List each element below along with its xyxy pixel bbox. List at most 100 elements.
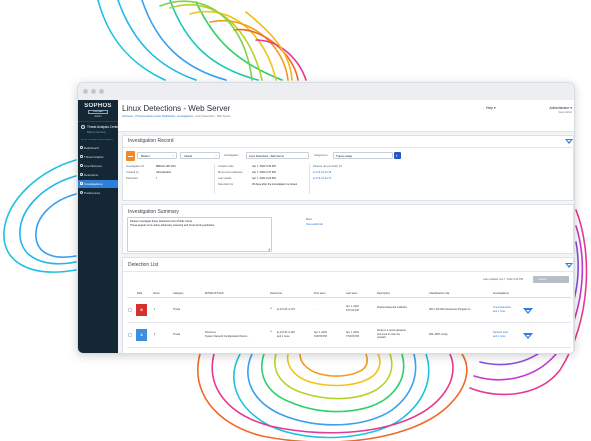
status-select[interactable]: Closed ⌄	[180, 152, 220, 159]
user-role: Super Admin	[558, 111, 572, 114]
classification-rule-cell: DSL-6907-nmap	[429, 333, 448, 336]
sidebar-item-label: Investigations	[84, 182, 103, 186]
sidebar-item-threat-graphs[interactable]: Threat Graphs	[78, 153, 118, 161]
app-window: SOPHOS CENTRAL Admin Threat Analysis Cen…	[77, 82, 575, 354]
column-header[interactable]: MITRE ATT&CK	[205, 292, 224, 295]
device-link[interactable]: ip-172-31-4-176	[313, 177, 331, 180]
brand-logo[interactable]: SOPHOS	[78, 103, 118, 109]
created-by-label: Created by	[126, 171, 139, 174]
priority-select[interactable]: Medium ⌄	[137, 152, 177, 159]
priority-value: Medium	[141, 154, 151, 158]
table-row[interactable]: 4 6 Threat Discovery System Network Conf…	[127, 324, 571, 348]
threat-graph-icon	[80, 155, 83, 158]
marketing-scene: SOPHOS CENTRAL Admin Threat Analysis Cen…	[0, 0, 591, 441]
device-cell[interactable]: ip-172-31-3-118 and 1 more	[277, 331, 295, 338]
column-header[interactable]: First seen	[314, 292, 325, 295]
help-menu[interactable]: Help ▾	[486, 106, 506, 110]
expand-row-icon[interactable]	[523, 308, 533, 314]
column-header[interactable]: Description	[377, 292, 390, 295]
dashboard-icon	[80, 146, 83, 149]
breadcrumb-current: Linux Detections - Web Server	[195, 115, 231, 118]
column-header[interactable]: Category	[173, 292, 184, 295]
summary-textarea[interactable]: Please investigate these detections from…	[127, 217, 272, 252]
investigation-name-input[interactable]: Linux Detections - Web Server	[246, 152, 309, 159]
device-cell[interactable]: ip-172-31-4-176	[277, 308, 295, 311]
more-label: More	[306, 218, 312, 221]
assign-search-button[interactable]: ⌕	[394, 152, 401, 159]
user-menu[interactable]: Administrator ▾	[518, 106, 574, 110]
investigations-link[interactable]: Linux Detections and 1 more	[493, 306, 511, 313]
classification-rule-cell: SPL-LNX-604-Suspicious Program N...	[429, 308, 473, 311]
breadcrumb-investigations[interactable]: Investigations	[177, 115, 193, 118]
user-name: Administrator	[549, 106, 570, 110]
page-header: Linux Detections - Web Server Overview ›…	[118, 100, 574, 132]
sidebar-item-preferences[interactable]: Preferences	[78, 189, 118, 197]
breadcrumb-tac-dashboard[interactable]: Threat Analysis Center Dashboard	[135, 115, 175, 118]
column-header[interactable]: Device list	[270, 292, 282, 295]
back-link[interactable]: Back to Overview	[87, 131, 118, 134]
recent-detection-value: Apr 7, 2022 3:47 PM	[252, 171, 276, 174]
investigation-record-card: Investigation Record Medium ⌄ Closed ⌄ I…	[122, 135, 574, 201]
expand-row-icon[interactable]	[523, 333, 533, 339]
assigned-to-label: Assigned to	[314, 154, 328, 157]
column-header[interactable]: Investigations	[493, 292, 509, 295]
summary-text: Please investigate these detections from…	[130, 219, 215, 227]
score-cell: 1	[154, 308, 156, 311]
search-icon: ⌕	[395, 152, 398, 158]
retention-value: 30 days after the investigation is close…	[252, 183, 298, 186]
sidebar-item-label: Dashboard	[84, 146, 99, 150]
chevron-down-icon: ⌄	[215, 154, 218, 157]
investigation-id-value: 8803-0c-d67-821	[156, 165, 176, 168]
column-header[interactable]: Score	[153, 292, 160, 295]
collapse-icon[interactable]	[565, 139, 573, 144]
sidebar-item-label: Threat Graphs	[84, 155, 104, 159]
sidebar: SOPHOS CENTRAL Admin Threat Analysis Cen…	[78, 100, 118, 353]
investigations-icon	[80, 182, 83, 185]
page-title: Linux Detections - Web Server	[122, 104, 231, 113]
gear-icon	[80, 191, 83, 194]
investigation-name-value: Linux Detections - Web Server	[249, 154, 285, 158]
detection-list-heading: Detection List	[128, 262, 159, 268]
assigned-to-input[interactable]: Tyanne asago	[333, 152, 393, 159]
divider	[214, 164, 215, 194]
sidebar-item-label: Detections	[84, 173, 99, 177]
last-updated-text: Last updated: Apr 7, 2022 3:42 PM	[483, 278, 524, 281]
priority-indicator	[126, 151, 135, 161]
resize-handle-icon[interactable]: ◢	[268, 247, 270, 251]
sidebar-item-detections[interactable]: Detections	[78, 171, 118, 179]
column-header[interactable]: Classification rule	[429, 292, 449, 295]
sidebar-item-dashboard[interactable]: Dashboard	[78, 144, 118, 152]
window-close-button[interactable]	[83, 89, 88, 94]
window-minimize-button[interactable]	[91, 89, 96, 94]
table-row[interactable]: 8 1 Threat ▭ ip-172-31-4-176 - Apr 1, 20…	[127, 299, 571, 323]
retention-label: Data lasts for	[218, 183, 234, 186]
live-discover-icon	[80, 164, 83, 167]
sidebar-item-investigations[interactable]: Investigations	[78, 180, 118, 188]
breadcrumb-overview[interactable]: Overview	[122, 115, 133, 118]
investigation-record-heading: Investigation Record	[128, 138, 174, 144]
actions-button[interactable]: Actions ⌄	[533, 276, 569, 283]
device-icon: ▭	[270, 330, 273, 333]
row-checkbox[interactable]	[128, 333, 132, 337]
detections-count-label: Detections	[126, 177, 139, 180]
investigation-summary-card: Investigation Summary Please investigate…	[122, 204, 574, 254]
divider	[123, 271, 574, 272]
sidebar-item-live-discover[interactable]: Live Discover	[78, 162, 118, 170]
divider	[78, 121, 118, 122]
first-seen-cell: -	[314, 308, 315, 311]
last-seen-cell: Apr 1, 2022 8:07:24 PM	[346, 305, 359, 312]
actions-label: Actions	[538, 277, 547, 281]
row-checkbox[interactable]	[128, 308, 132, 312]
risk-badge: 4	[136, 329, 147, 341]
collapse-icon[interactable]	[565, 263, 573, 268]
column-header[interactable]: Risk	[137, 292, 142, 295]
investigations-link[interactable]: Network scan and 1 more	[493, 331, 508, 338]
column-header[interactable]: Last seen	[346, 292, 357, 295]
section-title: Threat Analysis Center	[87, 125, 118, 129]
device-link[interactable]: ip-172-31-3-118	[313, 171, 331, 174]
window-maximize-button[interactable]	[99, 89, 104, 94]
detections-icon	[80, 173, 83, 176]
sidebar-item-label: Live Discover	[84, 164, 103, 168]
creation-date-label: Creation date	[218, 165, 234, 168]
view-audit-trail-link[interactable]: View audit trail	[306, 223, 323, 226]
